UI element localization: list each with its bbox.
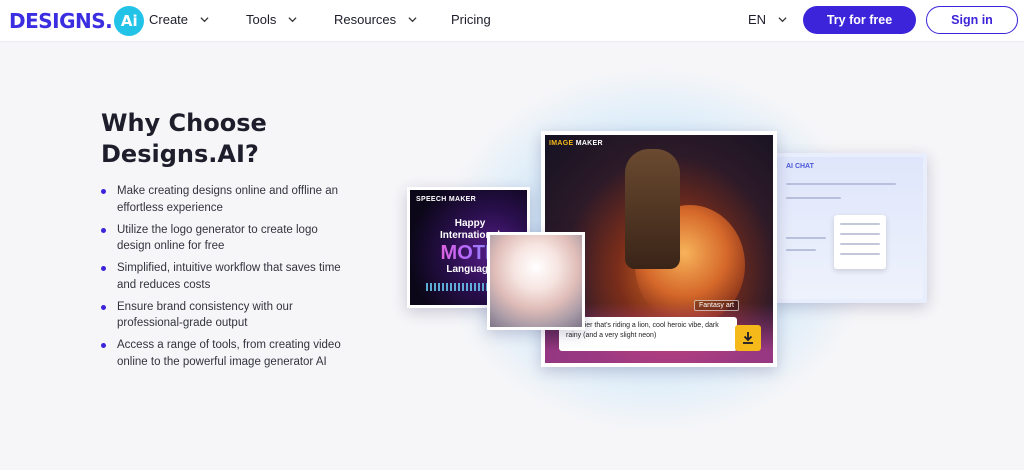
prompt-text: a soldier that's riding a lion, cool her… xyxy=(559,317,737,351)
feature-item: Simplified, intuitive workflow that save… xyxy=(101,260,341,293)
nav-resources-label: Resources xyxy=(334,12,397,27)
ai-chat-preview: AI CHAT xyxy=(772,153,927,303)
download-button[interactable] xyxy=(735,325,761,351)
audio-waveform xyxy=(426,283,496,291)
try-for-free-button[interactable]: Try for free xyxy=(803,6,916,34)
ai-chat-tag: AI CHAT xyxy=(786,163,814,170)
chat-text-line xyxy=(786,197,841,199)
section-heading: Why Choose Designs.AI? xyxy=(101,108,381,170)
image-maker-tag: IMAGE MAKER xyxy=(549,140,603,147)
image-maker-tag-prefix: IMAGE xyxy=(549,140,574,147)
soldier-illustration xyxy=(625,149,680,269)
image-maker-tag-suffix: MAKER xyxy=(573,140,603,147)
chevron-down-icon xyxy=(288,17,297,23)
logo-mark: Ai xyxy=(114,6,145,36)
nav-tools-label: Tools xyxy=(246,12,277,27)
feature-list: Make creating designs online and offline… xyxy=(101,183,341,376)
logo-wordmark: DESIGNS. xyxy=(9,9,113,33)
download-icon xyxy=(743,332,753,344)
feature-item: Make creating designs online and offline… xyxy=(101,183,341,216)
chevron-down-icon xyxy=(408,17,417,23)
style-tag[interactable]: Fantasy art xyxy=(693,300,739,311)
heading-line-2: Designs.AI? xyxy=(101,140,259,168)
feature-item: Access a range of tools, from creating v… xyxy=(101,337,341,370)
feature-item: Utilize the logo generator to create log… xyxy=(101,222,341,255)
chat-text-line xyxy=(786,237,826,239)
nav-tools[interactable]: Tools xyxy=(246,12,297,27)
language-selector[interactable]: EN xyxy=(748,12,787,27)
feature-item: Ensure brand consistency with our profes… xyxy=(101,299,341,332)
speech-line: Happy xyxy=(454,218,486,229)
chat-text-line xyxy=(786,249,816,251)
ai-chat-screen: AI CHAT xyxy=(776,157,923,299)
nav-create-label: Create xyxy=(149,12,189,27)
nav-pricing[interactable]: Pricing xyxy=(451,12,491,27)
nav-create[interactable]: Create xyxy=(149,12,209,27)
language-label: EN xyxy=(748,12,767,27)
nav-pricing-label: Pricing xyxy=(451,12,491,27)
speech-maker-tag: SPEECH MAKER xyxy=(416,196,476,203)
top-navbar: DESIGNS. Ai Create Tools Resources Prici… xyxy=(0,0,1024,42)
sign-in-button[interactable]: Sign in xyxy=(926,6,1018,34)
generated-image-preview xyxy=(487,232,585,330)
heading-line-1: Why Choose xyxy=(101,109,267,137)
chevron-down-icon xyxy=(778,17,787,23)
chat-text-line xyxy=(786,183,896,185)
cloud-image xyxy=(490,235,582,327)
site-logo[interactable]: DESIGNS. Ai xyxy=(9,6,145,36)
model-dropdown xyxy=(834,215,886,269)
nav-resources[interactable]: Resources xyxy=(334,12,417,27)
chevron-down-icon xyxy=(200,17,209,23)
